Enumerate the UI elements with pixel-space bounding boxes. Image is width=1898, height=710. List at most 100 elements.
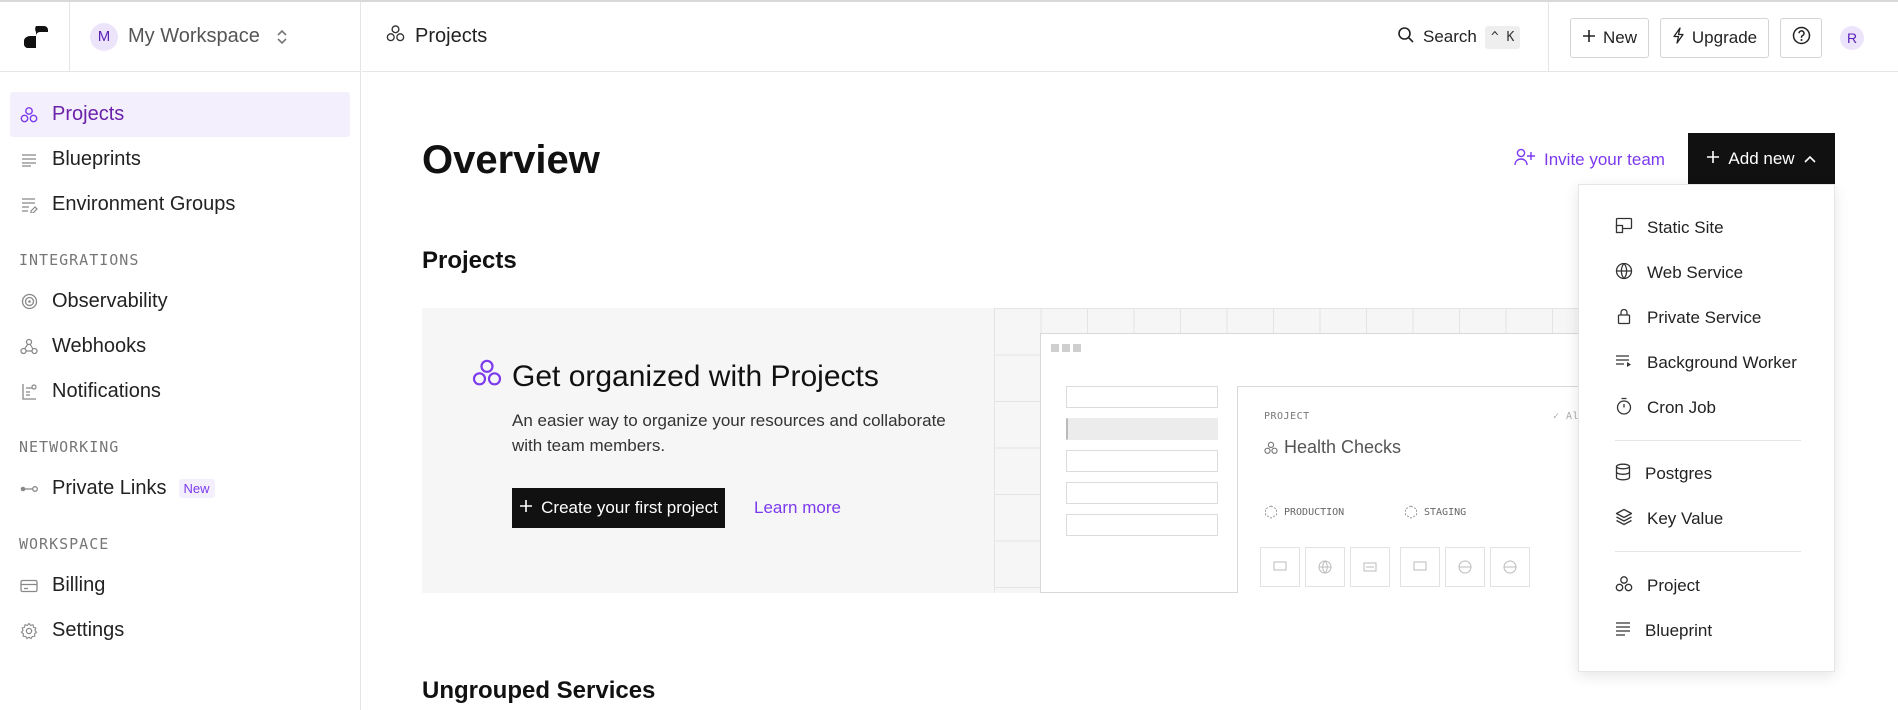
static-site-icon bbox=[1615, 217, 1633, 239]
sidebar-item-billing[interactable]: Billing bbox=[10, 563, 350, 608]
menu-item-web-service[interactable]: Web Service bbox=[1579, 253, 1836, 293]
private-links-icon bbox=[20, 480, 38, 498]
worker-icon bbox=[1615, 353, 1633, 374]
sidebar-item-private-links[interactable]: Private Links New bbox=[10, 466, 350, 511]
lock-icon bbox=[1615, 307, 1633, 330]
blueprints-icon bbox=[20, 151, 38, 169]
menu-item-cron-job[interactable]: Cron Job bbox=[1579, 388, 1836, 428]
menu-item-postgres[interactable]: Postgres bbox=[1579, 454, 1836, 494]
menu-item-project[interactable]: Project bbox=[1579, 566, 1836, 606]
billing-icon bbox=[20, 577, 38, 595]
new-badge: New bbox=[178, 479, 215, 498]
page-title: Overview bbox=[422, 138, 600, 182]
database-icon bbox=[1615, 463, 1631, 486]
search-button[interactable]: Search ^ K bbox=[1397, 2, 1521, 72]
menu-divider bbox=[1615, 551, 1801, 552]
sidebar-item-label: Billing bbox=[52, 574, 106, 596]
projects-section-heading: Projects bbox=[422, 247, 517, 274]
globe-icon bbox=[1458, 560, 1472, 574]
hexagon-icon bbox=[1265, 505, 1277, 519]
sidebar-item-label: Notifications bbox=[52, 380, 161, 402]
menu-item-blueprint[interactable]: Blueprint bbox=[1579, 611, 1836, 651]
static-site-icon bbox=[1413, 561, 1427, 571]
sidebar-item-environment-groups[interactable]: Environment Groups bbox=[10, 182, 350, 227]
section-label-workspace: WORKSPACE bbox=[19, 535, 110, 553]
search-label: Search bbox=[1423, 27, 1477, 46]
search-shortcut: ^ K bbox=[1484, 25, 1521, 49]
sidebar-nav: Projects Blueprints Environment Groups I… bbox=[0, 72, 360, 653]
menu-item-background-worker[interactable]: Background Worker bbox=[1579, 343, 1836, 383]
projects-icon bbox=[472, 358, 502, 396]
menu-item-static-site[interactable]: Static Site bbox=[1579, 208, 1836, 248]
sidebar-item-label: Private Links bbox=[52, 477, 167, 499]
settings-icon bbox=[20, 622, 38, 640]
sidebar-item-webhooks[interactable]: Webhooks bbox=[10, 324, 350, 369]
chevron-updown-icon bbox=[276, 28, 288, 46]
workspace-switcher[interactable]: M My Workspace bbox=[70, 22, 288, 51]
plus-icon bbox=[1582, 28, 1596, 48]
window-dots bbox=[1051, 344, 1081, 352]
menu-item-key-value[interactable]: Key Value bbox=[1579, 499, 1836, 539]
server-icon bbox=[1363, 562, 1377, 572]
promo-description: An easier way to organize your resources… bbox=[512, 411, 946, 455]
add-new-button[interactable]: Add new bbox=[1688, 133, 1835, 184]
illustration-row bbox=[1066, 514, 1218, 536]
invite-team-link[interactable]: Invite your team bbox=[1514, 148, 1665, 171]
illustration-window: PROJECT ✓ All Health Checks PRODUCTION S… bbox=[1040, 333, 1584, 593]
projects-promo-card: Get organized with Projects An easier wa… bbox=[422, 308, 1584, 593]
notifications-icon bbox=[20, 383, 38, 401]
illustration-row bbox=[1066, 450, 1218, 472]
sidebar-header: M My Workspace bbox=[0, 1, 360, 72]
add-new-dropdown: Static Site Web Service Private Service … bbox=[1578, 184, 1835, 672]
illustration-project-label: PROJECT bbox=[1264, 411, 1310, 422]
timer-icon bbox=[1615, 397, 1633, 420]
invite-team-label: Invite your team bbox=[1544, 149, 1665, 169]
upgrade-button[interactable]: Upgrade bbox=[1660, 18, 1769, 58]
illustration-env-production: PRODUCTION bbox=[1264, 505, 1344, 519]
plus-icon bbox=[519, 498, 533, 518]
illustration-env-staging: STAGING bbox=[1404, 505, 1466, 519]
illustration-tile bbox=[1350, 547, 1390, 587]
plus-icon bbox=[1706, 149, 1720, 169]
sidebar-item-observability[interactable]: Observability bbox=[10, 279, 350, 324]
promo-illustration: PROJECT ✓ All Health Checks PRODUCTION S… bbox=[994, 308, 1584, 593]
projects-icon bbox=[1264, 441, 1278, 454]
section-label-networking: NETWORKING bbox=[19, 438, 120, 456]
sidebar-item-notifications[interactable]: Notifications bbox=[10, 369, 350, 414]
sidebar-item-projects[interactable]: Projects bbox=[10, 92, 350, 137]
illustration-tile bbox=[1445, 547, 1485, 587]
section-label-integrations: INTEGRATIONS bbox=[19, 251, 140, 269]
projects-icon bbox=[386, 24, 405, 49]
user-avatar[interactable]: R bbox=[1840, 26, 1864, 50]
learn-more-link[interactable]: Learn more bbox=[754, 498, 841, 518]
illustration-project-name: Health Checks bbox=[1264, 437, 1401, 458]
menu-item-private-service[interactable]: Private Service bbox=[1579, 298, 1836, 338]
topbar-divider bbox=[1548, 2, 1549, 72]
illustration-row bbox=[1066, 482, 1218, 504]
sidebar-item-blueprints[interactable]: Blueprints bbox=[10, 137, 350, 182]
blueprint-icon bbox=[1615, 621, 1631, 641]
sidebar-item-label: Environment Groups bbox=[52, 193, 236, 215]
sidebar-item-label: Projects bbox=[52, 103, 125, 125]
create-project-button[interactable]: Create your first project bbox=[512, 488, 725, 528]
globe-icon bbox=[1318, 560, 1332, 574]
new-button[interactable]: New bbox=[1570, 18, 1649, 58]
app-logo[interactable] bbox=[0, 1, 70, 72]
layers-icon bbox=[1615, 508, 1633, 531]
illustration-row bbox=[1066, 418, 1218, 440]
breadcrumb: Projects bbox=[386, 24, 487, 49]
chevron-up-icon bbox=[1803, 149, 1817, 169]
upgrade-button-label: Upgrade bbox=[1691, 28, 1758, 47]
sidebar: M My Workspace Projects Blueprints Envir… bbox=[0, 1, 361, 710]
workspace-avatar: M bbox=[90, 22, 118, 51]
add-new-label: Add new bbox=[1728, 148, 1795, 168]
sidebar-item-label: Blueprints bbox=[52, 148, 141, 170]
promo-heading: Get organized with Projects bbox=[472, 358, 879, 396]
sidebar-item-settings[interactable]: Settings bbox=[10, 608, 350, 653]
illustration-tile bbox=[1305, 547, 1345, 587]
search-icon bbox=[1397, 26, 1415, 49]
projects-icon bbox=[20, 106, 38, 124]
help-button[interactable] bbox=[1780, 18, 1822, 58]
illustration-tile bbox=[1490, 547, 1530, 587]
sidebar-item-label: Settings bbox=[52, 619, 125, 641]
